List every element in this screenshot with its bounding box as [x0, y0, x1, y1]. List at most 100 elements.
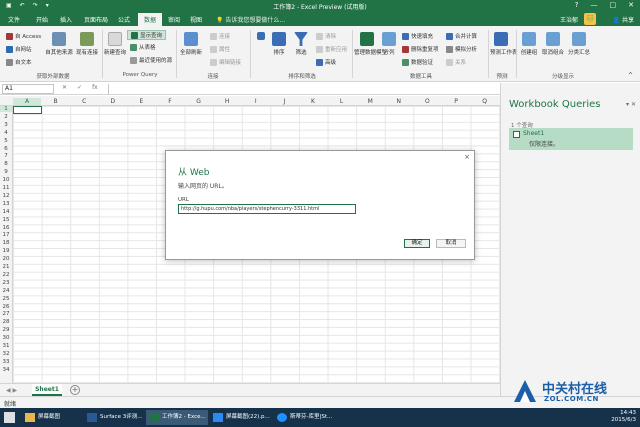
tell-me-box[interactable]: 💡 告诉我您想要做什么...: [216, 15, 285, 24]
tab-data[interactable]: 数据: [138, 13, 163, 26]
from-web-button[interactable]: 自网站: [6, 45, 32, 53]
column-header[interactable]: F: [156, 98, 184, 105]
show-queries-button[interactable]: 显示查询: [127, 30, 167, 40]
row-header[interactable]: 23: [0, 280, 12, 286]
column-header[interactable]: C: [70, 98, 98, 105]
forecast-sheet-button[interactable]: 预测工作表: [490, 32, 518, 56]
row-header[interactable]: 27: [0, 311, 12, 317]
column-header[interactable]: G: [185, 98, 213, 105]
column-header[interactable]: D: [99, 98, 127, 105]
row-header[interactable]: 32: [0, 351, 12, 357]
text-to-columns-button[interactable]: 分列: [380, 32, 398, 56]
minimize-button[interactable]: —: [591, 1, 598, 9]
taskbar-item-active[interactable]: 工作簿2 - Exce...: [146, 410, 208, 425]
column-header[interactable]: E: [127, 98, 155, 105]
taskbar-item[interactable]: Surface 3评测...: [84, 410, 144, 425]
row-header[interactable]: 14: [0, 209, 12, 215]
column-header[interactable]: A: [13, 98, 41, 105]
tab-review[interactable]: 审阅: [168, 15, 180, 24]
sheet-tab[interactable]: Sheet1: [32, 384, 62, 396]
row-header[interactable]: 24: [0, 288, 12, 294]
row-header[interactable]: 25: [0, 296, 12, 302]
row-header[interactable]: 15: [0, 217, 12, 223]
row-header[interactable]: 17: [0, 232, 12, 238]
row-header[interactable]: 21: [0, 264, 12, 270]
row-header[interactable]: 28: [0, 319, 12, 325]
confirm-entry-icon[interactable]: ✓: [77, 84, 82, 91]
column-header[interactable]: M: [356, 98, 384, 105]
dialog-close-button[interactable]: ×: [464, 153, 470, 161]
row-header[interactable]: 33: [0, 359, 12, 365]
properties-button[interactable]: 属性: [210, 45, 230, 53]
taskbar-item[interactable]: 斯蒂芬-库里|St...: [274, 410, 336, 425]
column-header[interactable]: H: [213, 98, 241, 105]
existing-connections-button[interactable]: 现有连接: [74, 32, 100, 56]
row-header[interactable]: 8: [0, 161, 12, 167]
column-header[interactable]: K: [299, 98, 327, 105]
row-header[interactable]: 11: [0, 185, 12, 191]
new-query-button[interactable]: 新建查询: [104, 32, 126, 56]
from-table-button[interactable]: 从表格: [130, 43, 156, 51]
data-validation-button[interactable]: 数据验证: [402, 58, 433, 66]
column-header[interactable]: B: [42, 98, 70, 105]
row-header[interactable]: 9: [0, 169, 12, 175]
user-name[interactable]: 王治郁: [560, 15, 578, 24]
row-header[interactable]: 31: [0, 343, 12, 349]
refresh-all-button[interactable]: 全部刷新: [178, 32, 204, 56]
group-button[interactable]: 创建组: [518, 32, 540, 56]
row-header[interactable]: 5: [0, 138, 12, 144]
reapply-button[interactable]: 重新应用: [316, 45, 347, 53]
row-header[interactable]: 2: [0, 114, 12, 120]
row-header[interactable]: 18: [0, 240, 12, 246]
taskbar-item[interactable]: 屏幕截图: [22, 410, 82, 425]
row-header[interactable]: 3: [0, 122, 12, 128]
column-header[interactable]: O: [413, 98, 441, 105]
insert-function-icon[interactable]: fx: [92, 84, 98, 91]
row-header[interactable]: 34: [0, 367, 12, 373]
share-button[interactable]: 👤 共享: [613, 15, 634, 24]
maximize-button[interactable]: □: [610, 1, 617, 9]
windows-start-icon[interactable]: [4, 412, 15, 423]
selected-cell[interactable]: [13, 106, 42, 114]
relationships-button[interactable]: 关系: [446, 58, 466, 66]
connections-button[interactable]: 连接: [210, 32, 230, 40]
row-header[interactable]: 7: [0, 153, 12, 159]
column-header[interactable]: J: [270, 98, 298, 105]
taskbar-item[interactable]: 屏幕截图(22).p...: [210, 410, 272, 425]
formula-input[interactable]: [108, 84, 498, 94]
pane-options-icon[interactable]: ▾: [626, 101, 629, 108]
column-header[interactable]: N: [385, 98, 413, 105]
advanced-button[interactable]: 高级: [316, 58, 336, 66]
recent-sources-button[interactable]: 最近使用的源: [130, 56, 172, 64]
system-clock[interactable]: 14:43 2015/6/3: [611, 410, 636, 424]
cancel-entry-icon[interactable]: ✕: [62, 84, 67, 91]
what-if-button[interactable]: 模拟分析: [446, 45, 477, 53]
row-header[interactable]: 6: [0, 146, 12, 152]
remove-duplicates-button[interactable]: 删除重复项: [402, 45, 439, 53]
ok-button[interactable]: 确定: [404, 239, 430, 248]
collapse-ribbon-icon[interactable]: ^: [628, 72, 633, 79]
from-other-sources-button[interactable]: 自其他来源: [44, 32, 74, 56]
flash-fill-button[interactable]: 快速填充: [402, 32, 433, 40]
tab-page-layout[interactable]: 页面布局: [84, 15, 108, 24]
filter-button[interactable]: 筛选: [290, 32, 312, 56]
from-text-button[interactable]: 自文本: [6, 58, 32, 66]
row-header[interactable]: 20: [0, 256, 12, 262]
row-header[interactable]: 30: [0, 335, 12, 341]
from-access-button[interactable]: 自 Access: [6, 32, 41, 40]
column-header[interactable]: Q: [471, 98, 499, 105]
column-header[interactable]: L: [328, 98, 356, 105]
row-header[interactable]: 22: [0, 272, 12, 278]
clear-button[interactable]: 清除: [316, 32, 336, 40]
sheet-nav-icon[interactable]: ◀ ▶: [6, 387, 17, 394]
tab-home[interactable]: 开始: [36, 15, 48, 24]
sort-button[interactable]: 排序: [268, 32, 290, 56]
close-button[interactable]: ✕: [628, 1, 634, 9]
edit-links-button[interactable]: 编辑链接: [210, 58, 241, 66]
ungroup-button[interactable]: 取消组合: [540, 32, 566, 56]
tab-view[interactable]: 视图: [190, 15, 202, 24]
column-header[interactable]: I: [242, 98, 270, 105]
tab-insert[interactable]: 插入: [60, 15, 72, 24]
sort-az-icon[interactable]: [256, 32, 266, 42]
row-header[interactable]: 4: [0, 130, 12, 136]
